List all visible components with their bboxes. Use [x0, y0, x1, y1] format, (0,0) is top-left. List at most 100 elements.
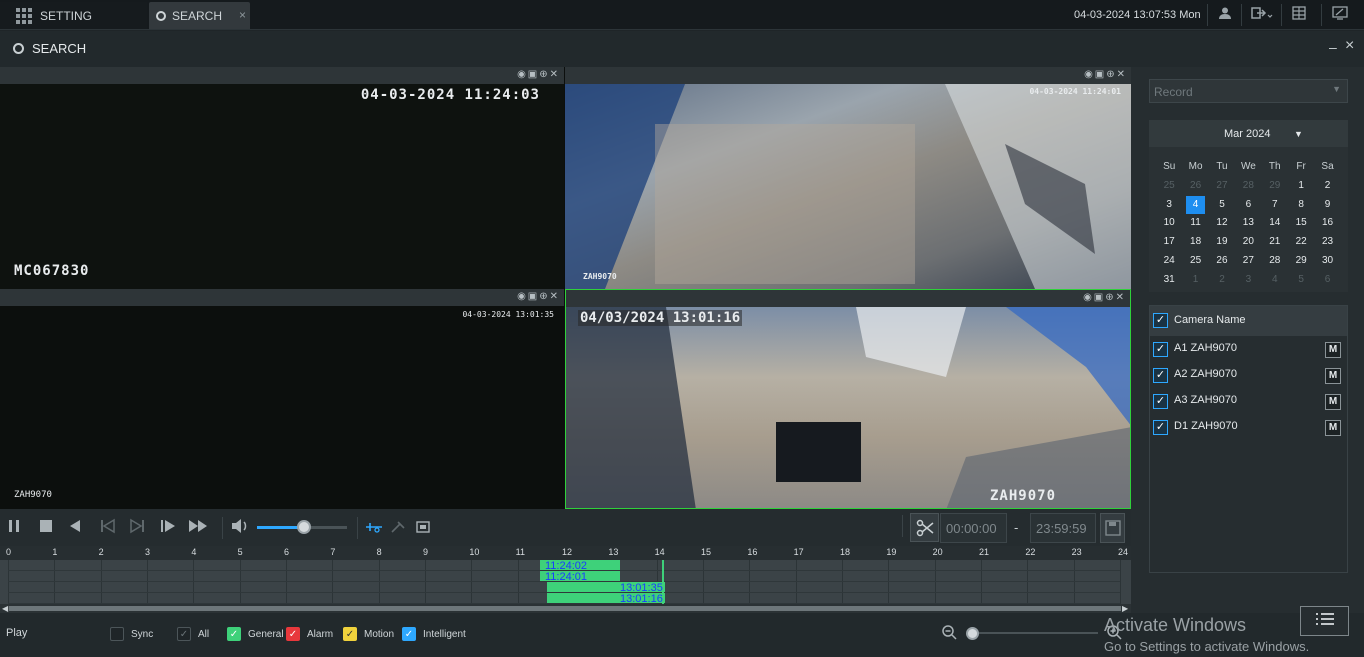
- calendar-day[interactable]: 16: [1314, 214, 1340, 233]
- close-button[interactable]: ×: [1345, 37, 1354, 55]
- main-stream-button[interactable]: M: [1325, 394, 1341, 410]
- main-stream-button[interactable]: M: [1325, 368, 1341, 384]
- motion-checkbox[interactable]: ✓ Motion: [343, 627, 394, 641]
- calendar-day[interactable]: 20: [1235, 233, 1261, 252]
- all-checkbox[interactable]: ✓ All: [177, 627, 209, 641]
- next-frame-button[interactable]: [128, 518, 146, 539]
- fast-play-button[interactable]: [188, 518, 208, 539]
- tab-close-icon[interactable]: ×: [239, 8, 246, 22]
- minimize-button[interactable]: –: [1329, 39, 1337, 55]
- alarm-checkbox[interactable]: ✓ Alarm: [286, 627, 333, 641]
- calendar-day[interactable]: 28: [1262, 252, 1288, 271]
- calendar-day[interactable]: 25: [1156, 177, 1182, 196]
- calendar-day[interactable]: 11: [1182, 214, 1208, 233]
- tab-search[interactable]: SEARCH ×: [149, 2, 250, 29]
- tag-icon[interactable]: [390, 520, 406, 539]
- scroll-left-icon[interactable]: ◀: [2, 604, 8, 613]
- logout-icon[interactable]: [1250, 6, 1274, 24]
- calendar-day[interactable]: 1: [1182, 271, 1208, 290]
- zoom-slider-knob[interactable]: [966, 627, 979, 640]
- calendar-day[interactable]: 5: [1209, 196, 1235, 215]
- calendar-day[interactable]: 7: [1262, 196, 1288, 215]
- timeline[interactable]: 0 1 2 3 4 5 6 7 8 9 10 11 12 13 14 15 16 17 18 19 20 21 22 23 24…: [0, 546, 1131, 612]
- calendar-day[interactable]: 28: [1235, 177, 1261, 196]
- calendar-day[interactable]: 5: [1288, 271, 1314, 290]
- channel-tool-icons[interactable]: ◉▣⊕✕: [1084, 69, 1127, 80]
- clip-start-time[interactable]: 00:00:00: [940, 513, 1007, 543]
- calendar-day[interactable]: 10: [1156, 214, 1182, 233]
- file-list-button[interactable]: [1300, 606, 1349, 636]
- calendar-day[interactable]: 1: [1288, 177, 1314, 196]
- scroll-right-icon[interactable]: ▶: [1122, 604, 1128, 613]
- user-icon[interactable]: [1215, 6, 1235, 24]
- calendar-day[interactable]: 22: [1288, 233, 1314, 252]
- sync-checkbox[interactable]: Sync: [110, 627, 153, 641]
- calendar-day[interactable]: 18: [1182, 233, 1208, 252]
- calendar-day-selected[interactable]: 4: [1186, 195, 1205, 215]
- calendar-day[interactable]: 27: [1235, 252, 1261, 271]
- fullscreen-icon[interactable]: [415, 520, 431, 539]
- calendar-day[interactable]: 3: [1235, 271, 1261, 290]
- calendar-day[interactable]: 29: [1288, 252, 1314, 271]
- main-stream-button[interactable]: M: [1325, 342, 1341, 358]
- month-dropdown-icon[interactable]: ▼: [1294, 129, 1303, 139]
- calendar-day[interactable]: 2: [1314, 177, 1340, 196]
- calendar-day[interactable]: 27: [1209, 177, 1235, 196]
- calendar-day[interactable]: 26: [1209, 252, 1235, 271]
- video-channel-2[interactable]: ◉▣⊕✕ 04-03-2024 11:24:01 ZAH9070: [565, 67, 1131, 289]
- calendar-day[interactable]: 31: [1156, 271, 1182, 290]
- reverse-play-button[interactable]: [67, 518, 83, 539]
- monitor-icon[interactable]: [1330, 6, 1350, 24]
- channel-tool-icons[interactable]: ◉▣⊕✕: [517, 69, 560, 80]
- calendar-day[interactable]: 4: [1262, 271, 1288, 290]
- camera-checkbox[interactable]: ✓: [1153, 368, 1168, 383]
- camera-row[interactable]: ✓ A1 ZAH9070 M: [1150, 340, 1347, 366]
- calendar-day[interactable]: 19: [1209, 233, 1235, 252]
- channel-tool-icons[interactable]: ◉▣⊕✕: [517, 291, 560, 302]
- video-channel-1[interactable]: ◉▣⊕✕ 04-03-2024 11:24:03 MC067830: [0, 67, 564, 289]
- calendar-day[interactable]: 24: [1156, 252, 1182, 271]
- channel-tool-icons[interactable]: ◉▣⊕✕: [1083, 292, 1126, 303]
- calendar-day[interactable]: 17: [1156, 233, 1182, 252]
- camera-checkbox[interactable]: ✓: [1153, 342, 1168, 357]
- calendar-day[interactable]: 23: [1314, 233, 1340, 252]
- calendar-day[interactable]: 2: [1209, 271, 1235, 290]
- clip-end-time[interactable]: 23:59:59: [1030, 513, 1096, 543]
- calendar-day[interactable]: 30: [1314, 252, 1340, 271]
- volume-icon[interactable]: [231, 518, 251, 539]
- calendar-day[interactable]: 29: [1262, 177, 1288, 196]
- calendar-day[interactable]: 13: [1235, 214, 1261, 233]
- previous-frame-button[interactable]: [99, 518, 117, 539]
- camera-row[interactable]: ✓ D1 ZAH9070 M: [1150, 418, 1347, 444]
- camera-checkbox[interactable]: ✓: [1153, 394, 1168, 409]
- video-channel-4[interactable]: ◉▣⊕✕ 04/03/2024 13:01:16 ZAH9070: [565, 289, 1131, 509]
- calendar-day[interactable]: 9: [1314, 196, 1340, 215]
- general-checkbox[interactable]: ✓ General: [227, 627, 284, 641]
- main-stream-button[interactable]: M: [1325, 420, 1341, 436]
- calendar-day[interactable]: 26: [1182, 177, 1208, 196]
- calendar-day[interactable]: 15: [1288, 214, 1314, 233]
- calendar-day[interactable]: 8: [1288, 196, 1314, 215]
- volume-slider-knob[interactable]: [297, 520, 311, 534]
- save-clip-button[interactable]: [1100, 513, 1125, 543]
- calendar-day[interactable]: 21: [1262, 233, 1288, 252]
- calendar-day[interactable]: 25: [1182, 252, 1208, 271]
- smart-search-icon[interactable]: [365, 520, 383, 539]
- pause-button[interactable]: [8, 518, 22, 539]
- video-channel-3[interactable]: ◉▣⊕✕ 04-03-2024 13:01:35 ZAH9070: [0, 289, 564, 509]
- timeline-scrollbar-thumb[interactable]: [9, 606, 1121, 611]
- record-type-select[interactable]: Record ▼: [1149, 79, 1348, 103]
- zoom-slider-track[interactable]: [968, 632, 1098, 634]
- clip-scissors-button[interactable]: [910, 513, 939, 542]
- select-all-camera-checkbox[interactable]: ✓: [1153, 313, 1168, 328]
- main-menu-grid-icon[interactable]: [16, 7, 32, 24]
- slow-play-button[interactable]: [159, 518, 177, 539]
- intelligent-checkbox[interactable]: ✓ Intelligent: [402, 627, 466, 641]
- calendar-day[interactable]: 3: [1156, 196, 1182, 215]
- calendar-day[interactable]: 12: [1209, 214, 1235, 233]
- stop-button[interactable]: [38, 518, 54, 539]
- calendar-day[interactable]: 6: [1235, 196, 1261, 215]
- calendar-day[interactable]: 6: [1314, 271, 1340, 290]
- tab-setting[interactable]: SETTING: [0, 2, 147, 29]
- zoom-out-icon[interactable]: [941, 624, 957, 643]
